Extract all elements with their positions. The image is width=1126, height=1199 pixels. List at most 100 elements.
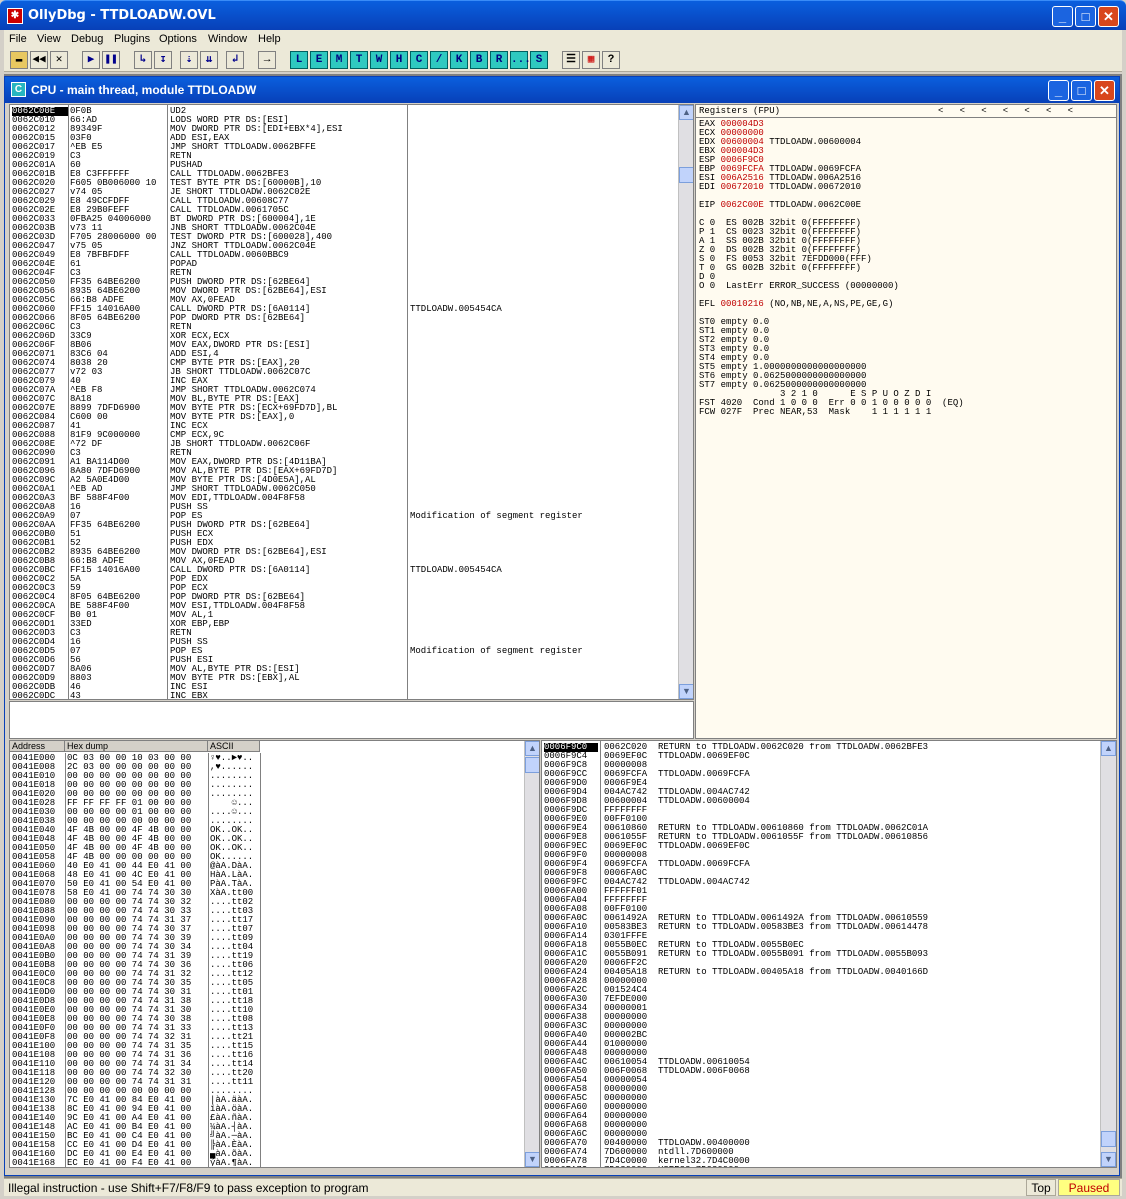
disasm-hex[interactable]: C600 00 xyxy=(70,413,166,422)
disasm-command[interactable]: JMP SHORT TTDLOADW.0062BFFE xyxy=(170,143,406,152)
disasm-comment[interactable] xyxy=(410,386,678,395)
dump-ascii-header[interactable]: ASCII xyxy=(208,741,260,752)
disasm-comment[interactable] xyxy=(410,674,678,683)
disasm-comment[interactable] xyxy=(410,395,678,404)
register-row[interactable]: EFL 00010216 (NO,NB,NE,A,NS,PE,GE,G) xyxy=(699,300,1114,309)
stack-comment[interactable]: TTDLOADW.006F0068 xyxy=(658,1067,1098,1076)
stack-comment[interactable]: USER32.7D930000 xyxy=(658,1166,1098,1168)
scroll-down-icon[interactable]: ▼ xyxy=(525,1152,539,1167)
disasm-command-column[interactable]: UD2 LODS WORD PTR DS:[ESI] MOV DWORD PTR D… xyxy=(170,107,406,699)
disasm-comment[interactable]: TTDLOADW.005454CA xyxy=(410,305,678,314)
disasm-comment[interactable] xyxy=(410,242,678,251)
menu-plugins[interactable]: Plugins xyxy=(114,33,150,45)
stack-address-column[interactable]: 0006F9C0 0006F9C4 0006F9C8 0006F9CC 0006F9D0… xyxy=(544,743,598,1167)
disasm-comment[interactable] xyxy=(410,107,678,116)
pause-icon[interactable]: ❚❚ xyxy=(102,51,120,69)
scroll-thumb[interactable] xyxy=(679,167,693,183)
stack-comment[interactable] xyxy=(658,1085,1098,1094)
stack-comment[interactable] xyxy=(658,896,1098,905)
disasm-comment[interactable] xyxy=(410,233,678,242)
disasm-comment[interactable] xyxy=(410,548,678,557)
disasm-hex[interactable]: ^EB E5 xyxy=(70,143,166,152)
disasm-comment[interactable] xyxy=(410,206,678,215)
disasm-hex[interactable]: C3 xyxy=(70,629,166,638)
cpu-window-button[interactable]: C xyxy=(410,51,428,69)
disasm-comment[interactable]: Modification of segment register xyxy=(410,512,678,521)
disasm-comment[interactable] xyxy=(410,323,678,332)
registers-nav-arrows[interactable]: < < < < < < < xyxy=(938,107,1073,116)
stack-comment[interactable] xyxy=(658,977,1098,986)
stack-comment[interactable] xyxy=(658,1103,1098,1112)
menu-view[interactable]: View xyxy=(37,33,61,45)
source-window-button[interactable]: S xyxy=(530,51,548,69)
disasm-comment[interactable] xyxy=(410,332,678,341)
disasm-comment[interactable] xyxy=(410,116,678,125)
disasm-comment[interactable] xyxy=(410,440,678,449)
disasm-comment[interactable] xyxy=(410,377,678,386)
dump-hex-column[interactable]: 0C 03 00 00 10 03 00 00 2C 03 00 00 00 00… xyxy=(67,754,207,1166)
disasm-comment[interactable] xyxy=(410,611,678,620)
disasm-comment[interactable] xyxy=(410,665,678,674)
disasm-hex[interactable]: 43 xyxy=(70,692,166,700)
disasm-hex[interactable]: FF35 64BE6200 xyxy=(70,521,166,530)
disasm-hex[interactable]: 8803 xyxy=(70,674,166,683)
stack-comment[interactable]: TTDLOADW.0069FCFA xyxy=(658,770,1098,779)
stack-comment[interactable] xyxy=(658,1031,1098,1040)
memory-window-button[interactable]: M xyxy=(330,51,348,69)
disasm-comment[interactable] xyxy=(410,179,678,188)
disasm-hex-column[interactable]: 0F0B 66:AD 89349F 03F0 ^EB E5 C3 60 E8 C3FFFFFF… xyxy=(70,107,166,699)
dump-address[interactable]: 0041E168 xyxy=(12,1159,64,1167)
disasm-command[interactable]: RETN xyxy=(170,152,406,161)
stack-comment[interactable]: RETURN to TTDLOADW.0055B091 from TTDLOAD… xyxy=(658,950,1098,959)
disasm-comment[interactable] xyxy=(410,215,678,224)
references-window-button[interactable]: R xyxy=(490,51,508,69)
restart-icon[interactable]: ◀◀ xyxy=(30,51,48,69)
list-icon[interactable]: ☰ xyxy=(562,51,580,69)
disasm-comment[interactable] xyxy=(410,485,678,494)
disasm-hex[interactable]: 5A xyxy=(70,575,166,584)
disasm-comment[interactable] xyxy=(410,152,678,161)
menu-file[interactable]: File xyxy=(9,33,27,45)
menu-help[interactable]: Help xyxy=(258,33,281,45)
registers-pane[interactable]: Registers (FPU) < < < < < < < EAX 000004… xyxy=(695,104,1117,739)
stack-comment[interactable] xyxy=(658,986,1098,995)
disasm-comment[interactable] xyxy=(410,521,678,530)
stack-comment[interactable] xyxy=(658,1013,1098,1022)
disasm-hex[interactable]: 8F05 64BE6200 xyxy=(70,314,166,323)
disasm-comment[interactable] xyxy=(410,134,678,143)
disasm-comment[interactable] xyxy=(410,458,678,467)
dump-ascii[interactable]: ýàA.¶àA. xyxy=(210,1159,260,1167)
step-into-icon[interactable]: ↳ xyxy=(134,51,152,69)
disasm-command[interactable]: POPAD xyxy=(170,260,406,269)
scroll-down-icon[interactable]: ▼ xyxy=(679,684,693,699)
disasm-command[interactable]: POP DWORD PTR DS:[62BE64] xyxy=(170,314,406,323)
disasm-comment[interactable] xyxy=(410,683,678,692)
stack-comment[interactable]: TTDLOADW.00600004 xyxy=(658,797,1098,806)
stack-comment[interactable] xyxy=(658,806,1098,815)
run-trace-button[interactable]: ... xyxy=(510,51,531,69)
disasm-hex[interactable]: 61 xyxy=(70,260,166,269)
disasm-command[interactable]: PUSH SS xyxy=(170,503,406,512)
disasm-comment[interactable] xyxy=(410,413,678,422)
handles-window-button[interactable]: H xyxy=(390,51,408,69)
disasm-hex[interactable]: C3 xyxy=(70,152,166,161)
app-titlebar[interactable]: ✱ OllyDbg - TTDLOADW.OVL _ □ ✕ xyxy=(0,0,1126,30)
disasm-comment[interactable] xyxy=(410,161,678,170)
stack-scrollbar[interactable]: ▲ ▼ xyxy=(1100,741,1116,1167)
disasm-comment[interactable] xyxy=(410,224,678,233)
menu-window[interactable]: Window xyxy=(208,33,247,45)
disasm-comment[interactable] xyxy=(410,575,678,584)
disasm-comment[interactable] xyxy=(410,539,678,548)
stack-comment[interactable] xyxy=(658,1076,1098,1085)
disasm-comment[interactable] xyxy=(410,197,678,206)
disasm-comment[interactable] xyxy=(410,584,678,593)
disasm-comment[interactable] xyxy=(410,341,678,350)
call-stack-button[interactable]: K xyxy=(450,51,468,69)
stack-comment[interactable] xyxy=(658,1121,1098,1130)
cpu-maximize-button[interactable]: □ xyxy=(1071,80,1092,101)
disasm-command[interactable]: PUSH SS xyxy=(170,638,406,647)
stack-comment[interactable] xyxy=(658,995,1098,1004)
stack-comment[interactable] xyxy=(658,887,1098,896)
disasm-comment[interactable]: TTDLOADW.005454CA xyxy=(410,566,678,575)
disasm-comment[interactable] xyxy=(410,188,678,197)
